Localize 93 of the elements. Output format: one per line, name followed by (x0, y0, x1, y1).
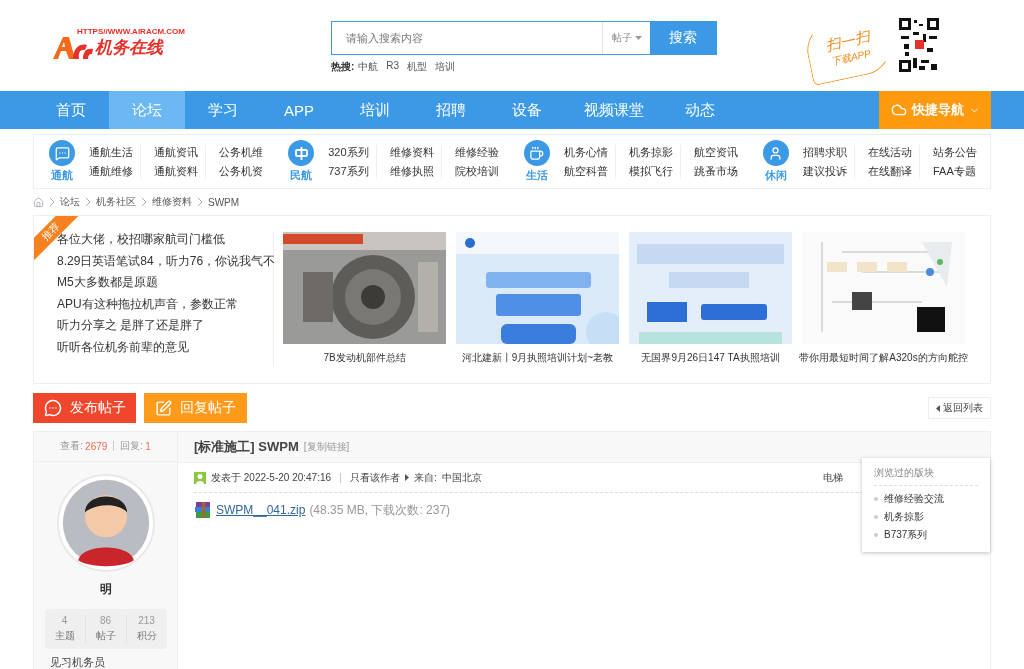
menu-item[interactable]: 机务掠影 (874, 510, 978, 524)
category-link[interactable]: 航空资讯 (693, 144, 738, 160)
chevron-icon (86, 198, 90, 206)
avatar-icon (54, 473, 157, 572)
logo-text: 机务在线 (95, 37, 163, 59)
category-link[interactable]: 招聘求职 (802, 144, 847, 160)
chevron-icon (142, 198, 146, 206)
breadcrumb-link[interactable]: 论坛 (60, 195, 80, 209)
headline-link[interactable]: 听听各位机务前辈的意见 (57, 339, 273, 355)
stat-label: 主题 (54, 628, 75, 643)
category-link[interactable]: 公务机资 (219, 163, 263, 179)
views-count: 2679 (85, 440, 108, 452)
qr-code-icon (899, 18, 939, 72)
stat-label: 积分 (136, 628, 157, 643)
category-link[interactable]: 站务公告 (932, 144, 977, 160)
logo-url: HTTPS//WWW.AIRACM.COM (77, 27, 186, 36)
category-link[interactable]: 维修执照 (389, 163, 434, 179)
bullet-icon (874, 533, 878, 537)
edit-icon (155, 399, 172, 417)
breadcrumb-link[interactable]: 机务社区 (96, 195, 136, 209)
breadcrumb-link[interactable]: 维修资料 (152, 195, 192, 209)
menu-title: 浏览过的版块 (874, 466, 978, 486)
triangle-icon (936, 404, 940, 412)
card-caption[interactable]: 带你用最短时间了解A320s的方向舵控 (799, 351, 968, 365)
category-link[interactable]: 航空科普 (563, 163, 608, 179)
hot-search-link[interactable]: R3 (386, 60, 400, 74)
category-link[interactable]: 通航资料 (154, 163, 198, 179)
category-link[interactable]: 737系列 (328, 163, 369, 179)
views-label: 查看: (60, 439, 84, 454)
logo-icon (53, 36, 93, 59)
search-field[interactable]: 请输入搜索内容 帖子 搜索 (331, 21, 717, 55)
stat-value: 213 (138, 614, 155, 626)
post-location: 来自: 中国北京 (414, 470, 483, 485)
attachment-link[interactable]: SWPM__041.zip (216, 503, 306, 517)
category-link[interactable]: 维修经验 (454, 144, 499, 160)
replies-count: 1 (145, 440, 151, 452)
category-link[interactable]: 建议投诉 (802, 163, 847, 179)
category-link[interactable]: 320系列 (328, 144, 369, 160)
chat-bubble-icon (43, 399, 62, 417)
arrow-icon (405, 474, 410, 481)
category-link[interactable]: 模拟飞行 (628, 163, 673, 179)
headline-link[interactable]: M5大多数都是原题 (57, 275, 273, 291)
new-post-button[interactable]: 发布帖子 (33, 393, 136, 423)
user-name[interactable]: 明 (99, 580, 112, 598)
chevron-icon (50, 198, 54, 206)
user-icon (194, 471, 206, 484)
category-link[interactable]: 机务心情 (563, 144, 608, 160)
card-caption[interactable]: 河北建新丨9月执照培训计划~老教 (461, 351, 614, 365)
card-caption[interactable]: 7B发动机部件总结 (323, 351, 406, 365)
chat-icon (54, 145, 70, 161)
category-link[interactable]: 在线翻译 (867, 163, 912, 179)
headline-link[interactable]: APU有这种拖拉机声音，参数正常 (57, 296, 273, 312)
chevron-icon (198, 198, 202, 206)
author-only-link[interactable]: 只看该作者 (350, 470, 401, 485)
post-date: 发表于 2022-5-20 20:47:16 (211, 470, 332, 485)
bullet-icon (874, 497, 878, 501)
elevator-label: 电梯 (823, 470, 843, 485)
caret-icon (634, 36, 642, 40)
app-promo: 扫一扫 下载APP (801, 9, 897, 87)
hot-search-link[interactable]: 中航 (358, 60, 379, 74)
post-title: [标准施工] SWPM (194, 438, 299, 456)
hot-search-label: 热搜: (331, 60, 355, 74)
category-link[interactable]: 公务机维 (219, 144, 263, 160)
home-icon[interactable] (33, 196, 44, 208)
zhong-icon (293, 145, 309, 161)
stat-label: 帖子 (95, 628, 116, 643)
category-link[interactable]: 跳蚤市场 (693, 163, 738, 179)
card-caption[interactable]: 无国界9月26日147 TA执照培训 (641, 351, 780, 365)
person-icon (768, 145, 784, 161)
category-link[interactable]: 维修资料 (389, 144, 434, 160)
menu-item[interactable]: B737系列 (874, 528, 978, 542)
user-rank: 见习机务员 (50, 655, 105, 669)
stat-value: 86 (99, 614, 112, 626)
stat-value: 4 (61, 614, 68, 626)
category-link[interactable]: 通航维修 (89, 163, 133, 179)
attachment-info: (48.35 MB, 下载次数: 237) (309, 501, 451, 519)
back-to-list-button[interactable]: 返回列表 (928, 397, 991, 419)
category-link[interactable]: 机务掠影 (628, 144, 673, 160)
bullet-icon (874, 515, 878, 519)
category-link[interactable]: 通航生活 (89, 144, 133, 160)
cloud-icon (890, 102, 907, 118)
category-link[interactable]: 通航资讯 (154, 144, 198, 160)
category-link[interactable]: 院校培训 (454, 163, 499, 179)
hot-search-link[interactable]: 培训 (435, 60, 456, 74)
category-link[interactable]: 在线活动 (867, 144, 912, 160)
hot-search-link[interactable]: 机型 (407, 60, 428, 74)
replies-label: 回复: (120, 439, 144, 454)
cup-icon (529, 145, 545, 161)
archive-icon (194, 501, 212, 519)
menu-item[interactable]: 维修经验交流 (874, 492, 978, 506)
breadcrumb-link[interactable]: SWPM (208, 196, 240, 208)
category-link[interactable]: FAA专题 (932, 163, 977, 179)
headline-link[interactable]: 听力分享之 是胖了还是胖了 (57, 318, 273, 334)
